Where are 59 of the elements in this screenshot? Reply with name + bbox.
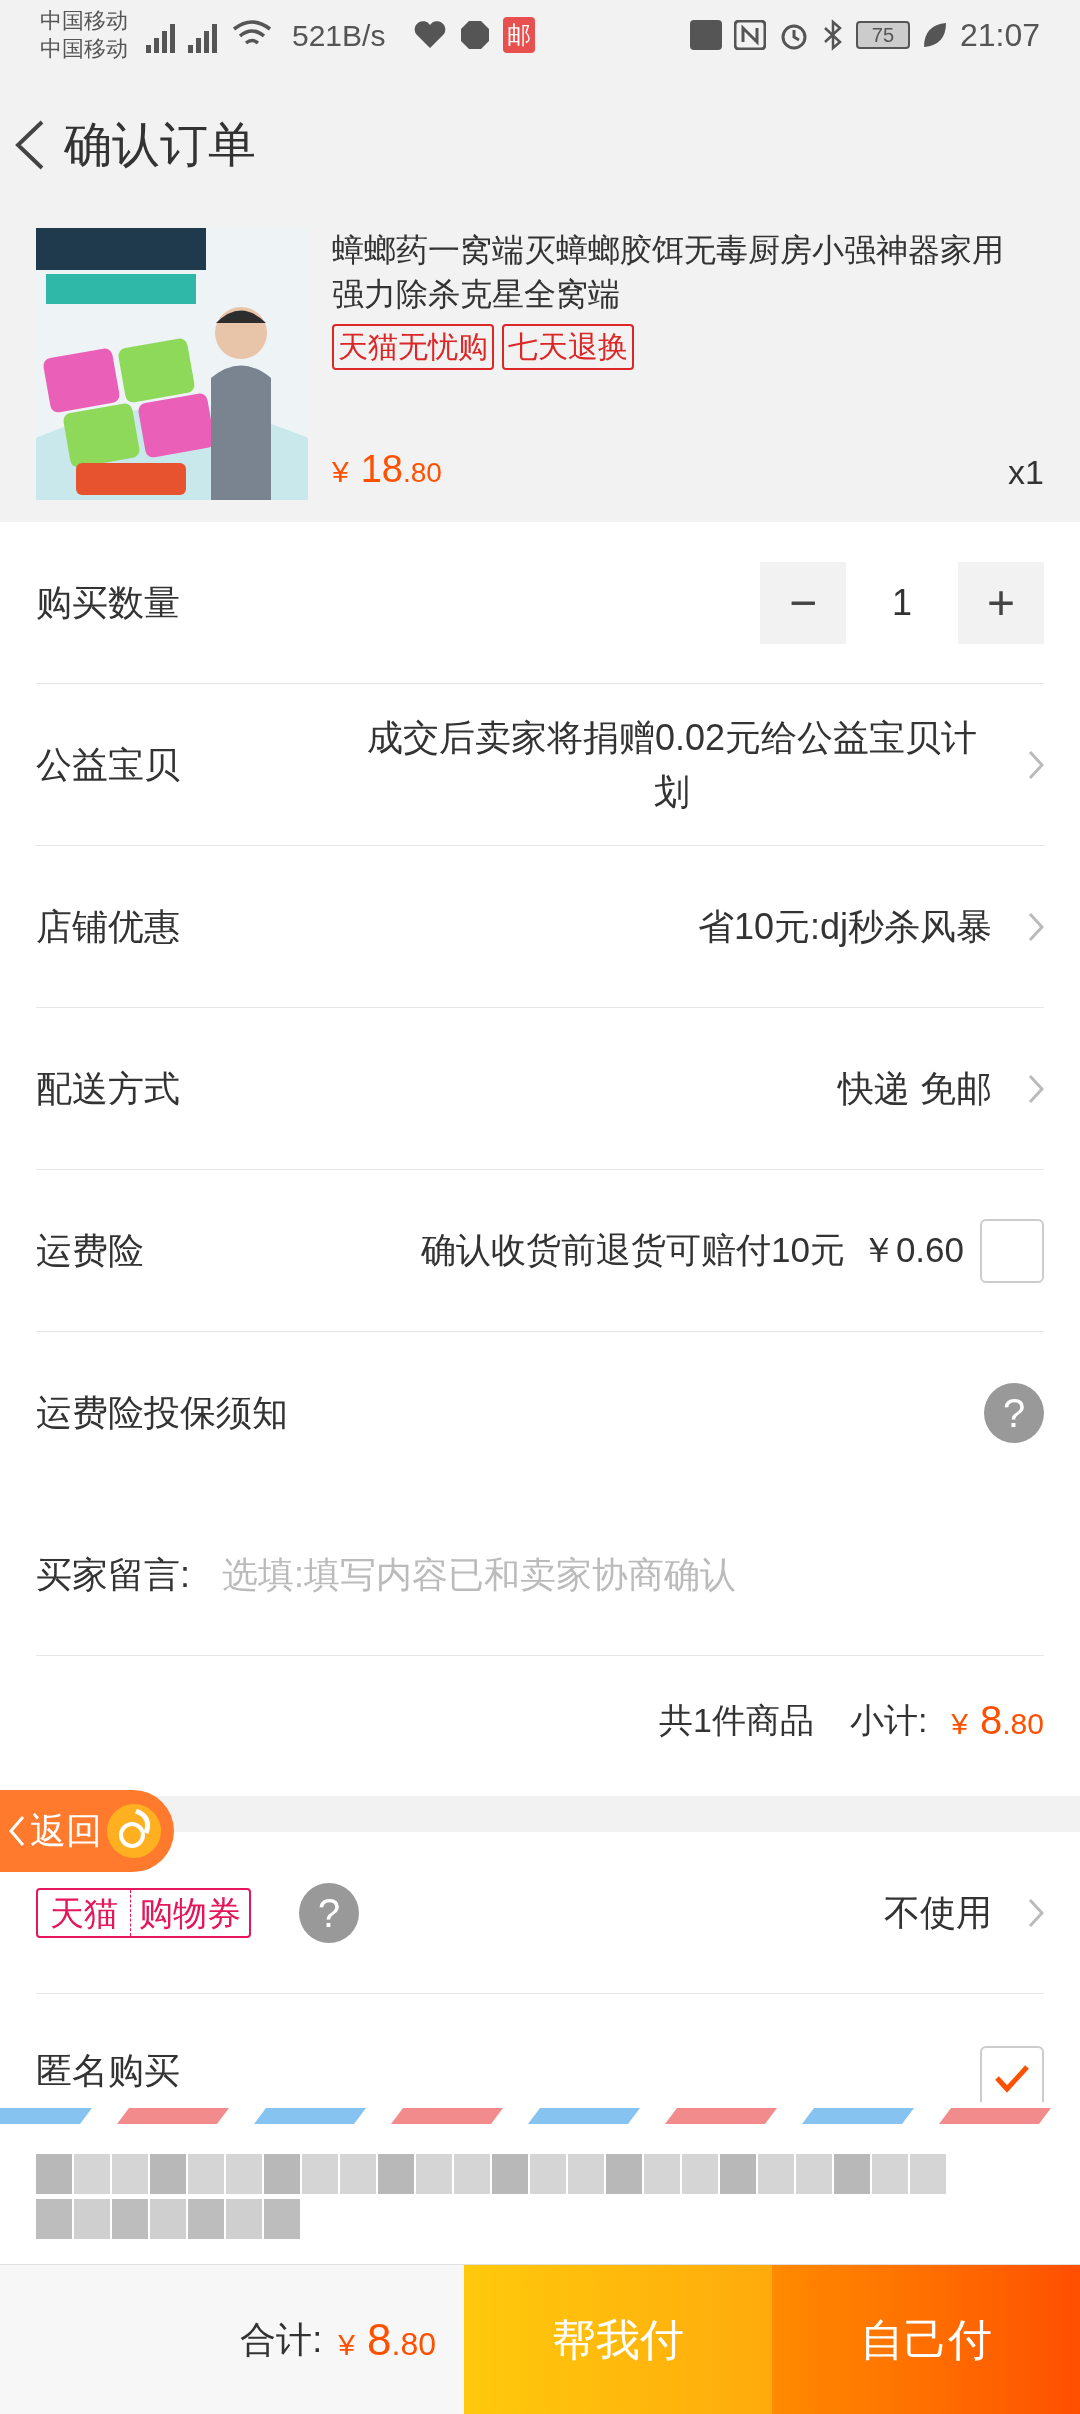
pay-button[interactable]: 帮我付 bbox=[464, 2265, 772, 2414]
price-decimal: .80 bbox=[1002, 1706, 1044, 1742]
battery-icon: 75 bbox=[855, 21, 910, 49]
minus-button[interactable]: − bbox=[760, 561, 846, 644]
page-title: 确认订单 bbox=[64, 117, 256, 173]
row-label: 购买数量 bbox=[36, 580, 180, 625]
row-value: 快递 免邮 bbox=[838, 1066, 992, 1111]
product-title: 蟑螂药一窝端灭蟑螂胶饵无毒厨房小强神器家用强力除杀克星全窝端 bbox=[332, 231, 1005, 314]
row-value: 成交后卖家将捐赠0.02元给公益宝贝计划 bbox=[365, 715, 979, 814]
subtotal-label: 小计: bbox=[849, 1699, 928, 1741]
currency-symbol: ¥ bbox=[338, 2326, 356, 2363]
clock-time: 21:07 bbox=[959, 16, 1040, 55]
nfc-icon bbox=[733, 20, 766, 50]
service-tag: 七天退换 bbox=[502, 324, 634, 370]
chevron-right-icon bbox=[1028, 1897, 1044, 1928]
row-label: 买家留言: bbox=[36, 1552, 190, 1597]
price-decimal: .80 bbox=[391, 2324, 436, 2364]
row-label: 运费险 bbox=[36, 1228, 144, 1273]
row-label: 运费险投保须知 bbox=[36, 1391, 288, 1435]
currency-symbol: ¥ bbox=[951, 1706, 969, 1742]
currency-symbol: ¥ bbox=[332, 454, 349, 490]
leaf-icon bbox=[921, 21, 948, 49]
coupon-brand: 天猫 bbox=[38, 1889, 131, 1936]
quantity-value: 1 bbox=[891, 580, 913, 625]
row-value: 省10元:dj秒杀风暴 bbox=[697, 904, 992, 949]
price-decimal: .80 bbox=[402, 456, 442, 490]
total-label: 合计: bbox=[240, 2317, 323, 2362]
chevron-right-icon bbox=[1028, 911, 1044, 942]
row-label: 公益宝贝 bbox=[36, 742, 180, 787]
network-speed: 521B/s bbox=[292, 17, 386, 54]
item-quantity: x1 bbox=[1008, 452, 1044, 493]
carrier-name: 中国移动 bbox=[40, 35, 128, 63]
plus-button[interactable]: + bbox=[958, 561, 1044, 644]
check-icon bbox=[994, 2063, 1030, 2093]
row-label: 店铺优惠 bbox=[36, 904, 180, 949]
coupon-value: 不使用 bbox=[884, 1890, 992, 1935]
back-icon bbox=[8, 1814, 26, 1848]
checkbox[interactable] bbox=[980, 1218, 1044, 1283]
help-icon[interactable]: ? bbox=[984, 1383, 1044, 1443]
item-count: 共1件商品 bbox=[658, 1699, 814, 1741]
checkbox[interactable] bbox=[980, 2046, 1044, 2102]
row-label: 配送方式 bbox=[36, 1066, 180, 1111]
price-integer: 8 bbox=[367, 2313, 392, 2366]
heart-icon bbox=[413, 20, 448, 50]
price-integer: 18 bbox=[360, 447, 403, 492]
service-tag: 天猫无忧购 bbox=[332, 324, 494, 370]
chevron-right-icon bbox=[1028, 749, 1044, 780]
mail-badge: 邮 bbox=[503, 17, 536, 53]
price-integer: 8 bbox=[980, 1697, 1003, 1744]
insurance-price: ￥0.60 bbox=[860, 1229, 964, 1272]
coupon-name: 购物券 bbox=[138, 1892, 242, 1934]
chevron-right-icon bbox=[1028, 1073, 1044, 1104]
float-back-button[interactable]: 返回 bbox=[0, 1790, 174, 1872]
pay-button[interactable]: 自己付 bbox=[772, 2265, 1080, 2414]
message-field[interactable]: 选填:填写内容已和卖家协商确认 bbox=[222, 1547, 1044, 1602]
carrier-name: 中国移动 bbox=[40, 7, 128, 35]
row-value: 确认收货前退货可赔付10元 bbox=[420, 1229, 845, 1272]
row-label: 匿名购买 bbox=[36, 2049, 180, 2093]
help-icon[interactable]: ? bbox=[299, 1882, 359, 1943]
